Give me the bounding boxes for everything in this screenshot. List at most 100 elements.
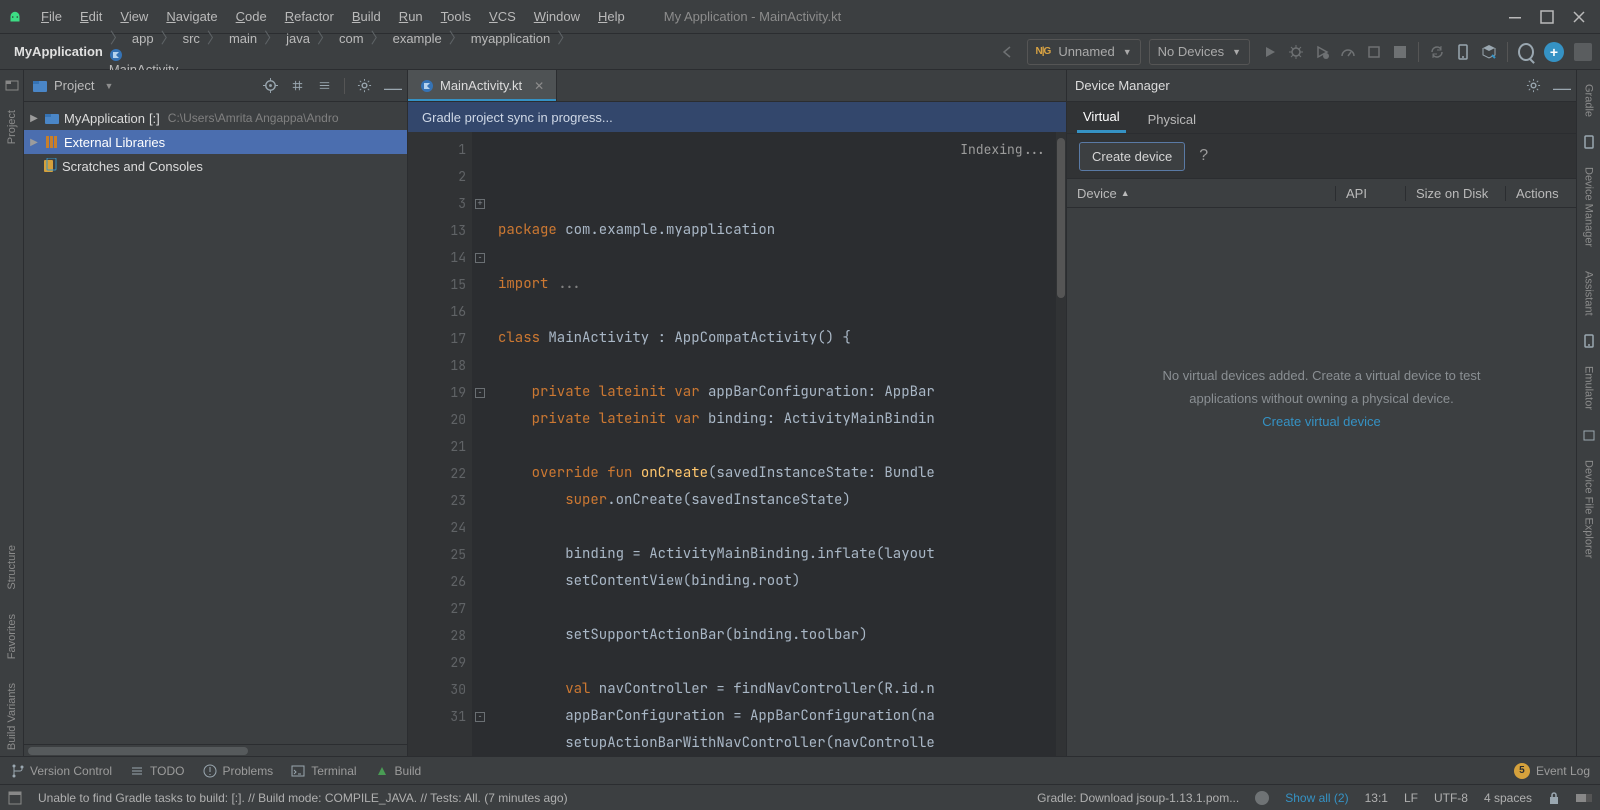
menu-run[interactable]: Run <box>390 5 432 28</box>
fold-strip[interactable]: +--- <box>472 132 488 756</box>
code-line[interactable]: import ... <box>498 271 1056 298</box>
ide-settings-icon[interactable] <box>1574 43 1592 61</box>
code-line[interactable] <box>498 352 1056 379</box>
breadcrumb-main[interactable]: main <box>223 29 263 48</box>
col-actions[interactable]: Actions <box>1506 186 1576 201</box>
code-line[interactable] <box>498 433 1056 460</box>
maximize-icon[interactable] <box>1540 10 1554 24</box>
code-line[interactable]: setupActionBarWithNavController(navContr… <box>498 730 1056 756</box>
menu-vcs[interactable]: VCS <box>480 5 525 28</box>
code-line[interactable]: package com.example.myapplication <box>498 217 1056 244</box>
minimize-icon[interactable] <box>1508 10 1522 24</box>
tab-virtual[interactable]: Virtual <box>1077 103 1126 133</box>
close-icon[interactable] <box>1572 10 1586 24</box>
help-icon[interactable]: ? <box>1199 147 1208 165</box>
tree-row-root[interactable]: ▶ MyApplication [:] C:\Users\Amrita Anga… <box>24 106 407 130</box>
emulator-strip-icon[interactable] <box>1582 334 1596 348</box>
menu-code[interactable]: Code <box>227 5 276 28</box>
breadcrumb-src[interactable]: src <box>177 29 206 48</box>
gear-icon[interactable] <box>1526 78 1541 93</box>
editor-v-scrollbar[interactable] <box>1056 132 1066 756</box>
code-line[interactable]: setSupportActionBar(binding.toolbar) <box>498 622 1056 649</box>
search-icon[interactable] <box>1518 44 1534 60</box>
menu-edit[interactable]: Edit <box>71 5 111 28</box>
left-strip-structure[interactable]: Structure <box>6 539 18 596</box>
show-all-tasks-link[interactable]: Show all (2) <box>1285 791 1348 805</box>
breadcrumb-java[interactable]: java <box>280 29 316 48</box>
attach-debugger-icon[interactable] <box>1366 44 1382 60</box>
tab-physical[interactable]: Physical <box>1142 106 1202 133</box>
sync-gradle-icon[interactable] <box>1429 44 1445 60</box>
problems-tool[interactable]: Problems <box>203 764 274 778</box>
create-virtual-device-link[interactable]: Create virtual device <box>1262 414 1381 429</box>
code-line[interactable] <box>498 244 1056 271</box>
fold-toggle-icon[interactable]: - <box>475 253 485 263</box>
terminal-tool[interactable]: Terminal <box>291 764 356 778</box>
device-selector-dropdown[interactable]: No Devices ▼ <box>1149 39 1250 65</box>
collapse-all-icon[interactable] <box>317 78 332 93</box>
hide-panel-icon[interactable]: — <box>384 78 399 93</box>
line-separator-indicator[interactable]: LF <box>1404 791 1418 805</box>
project-panel-title[interactable]: Project <box>54 78 94 93</box>
close-tab-icon[interactable]: ✕ <box>534 79 544 93</box>
code-line[interactable]: private lateinit var appBarConfiguration… <box>498 379 1056 406</box>
run-icon[interactable] <box>1262 44 1278 60</box>
encoding-indicator[interactable]: UTF-8 <box>1434 791 1468 805</box>
fold-toggle-icon[interactable]: - <box>475 388 485 398</box>
sdk-manager-icon[interactable] <box>1481 44 1497 60</box>
back-arrow-icon[interactable] <box>991 44 1023 60</box>
gear-icon[interactable] <box>357 78 372 93</box>
col-device[interactable]: Device ▲ <box>1067 186 1336 201</box>
breadcrumb-myapplication[interactable]: myapplication <box>465 29 557 48</box>
create-device-button[interactable]: Create device <box>1079 142 1185 171</box>
breadcrumb-com[interactable]: com <box>333 29 370 48</box>
debug-icon[interactable] <box>1288 44 1304 60</box>
left-strip-build-variants[interactable]: Build Variants <box>6 677 18 756</box>
chevron-down-icon[interactable]: ▼ <box>104 81 113 91</box>
code-line[interactable] <box>498 595 1056 622</box>
tree-row-scratches[interactable]: Scratches and Consoles <box>24 154 407 178</box>
code-line[interactable]: super.onCreate(savedInstanceState) <box>498 487 1056 514</box>
build-tool[interactable]: Build <box>375 764 422 778</box>
menu-window[interactable]: Window <box>525 5 589 28</box>
code-line[interactable]: appBarConfiguration = AppBarConfiguratio… <box>498 703 1056 730</box>
stop-background-task-icon[interactable] <box>1255 791 1269 805</box>
code-line[interactable]: private lateinit var binding: ActivityMa… <box>498 406 1056 433</box>
chevron-right-icon[interactable]: ▶ <box>28 113 40 124</box>
run-configuration-dropdown[interactable]: Unnamed ▼ <box>1027 39 1141 65</box>
editor-tab-mainactivity[interactable]: MainActivity.kt ✕ <box>408 70 557 101</box>
hide-panel-icon[interactable]: — <box>1553 78 1568 93</box>
breadcrumb-app[interactable]: app <box>126 29 160 48</box>
file-explorer-strip-icon[interactable] <box>1582 428 1596 442</box>
code-line[interactable] <box>498 649 1056 676</box>
fold-toggle-icon[interactable]: - <box>475 712 485 722</box>
menu-view[interactable]: View <box>111 5 157 28</box>
left-strip-favorites[interactable]: Favorites <box>6 608 18 665</box>
code-line[interactable]: class MainActivity : AppCompatActivity()… <box>498 325 1056 352</box>
code-line[interactable]: override fun onCreate(savedInstanceState… <box>498 460 1056 487</box>
avd-manager-icon[interactable] <box>1455 44 1471 60</box>
right-strip-device-manager[interactable]: Device Manager <box>1583 161 1595 253</box>
menu-tools[interactable]: Tools <box>432 5 480 28</box>
col-api[interactable]: API <box>1336 186 1406 201</box>
breadcrumb-example[interactable]: example <box>387 29 448 48</box>
left-strip-project[interactable]: Project <box>6 104 18 150</box>
add-configuration-button[interactable]: + <box>1544 42 1564 62</box>
right-strip-assistant[interactable]: Assistant <box>1583 265 1595 322</box>
menu-navigate[interactable]: Navigate <box>157 5 226 28</box>
stop-icon[interactable] <box>1392 44 1408 60</box>
tree-row-external-libraries[interactable]: ▶ External Libraries <box>24 130 407 154</box>
menu-build[interactable]: Build <box>343 5 390 28</box>
todo-tool[interactable]: TODO <box>130 764 184 778</box>
project-tree[interactable]: ▶ MyApplication [:] C:\Users\Amrita Anga… <box>24 102 407 744</box>
version-control-tool[interactable]: Version Control <box>10 764 112 778</box>
line-column-indicator[interactable]: 13:1 <box>1365 791 1388 805</box>
menu-refactor[interactable]: Refactor <box>276 5 343 28</box>
expand-all-icon[interactable] <box>290 78 305 93</box>
chevron-right-icon[interactable]: ▶ <box>28 137 40 148</box>
menu-help[interactable]: Help <box>589 5 634 28</box>
right-strip-gradle[interactable]: Gradle <box>1583 78 1595 123</box>
code-line[interactable]: setContentView(binding.root) <box>498 568 1056 595</box>
coverage-icon[interactable] <box>1314 44 1330 60</box>
code-editor[interactable]: Indexing... package com.example.myapplic… <box>488 132 1056 756</box>
